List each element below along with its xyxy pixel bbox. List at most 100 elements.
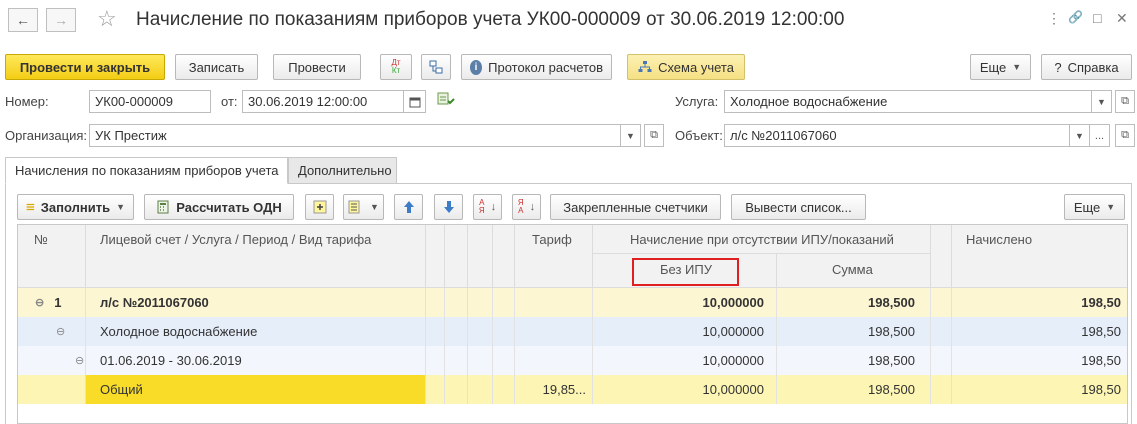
row-empty (468, 346, 493, 375)
row-num: 1 (54, 295, 62, 310)
table-more-button[interactable]: Еще ▼ (1064, 194, 1125, 220)
row-tariff (515, 317, 593, 346)
table-row-selected[interactable]: Общий 19,85... 10,000000 198,500 198,50 (18, 375, 1127, 404)
pinned-meters-label: Закрепленные счетчики (563, 199, 708, 215)
object-open-button[interactable]: ⧉ (1115, 124, 1135, 147)
post-button[interactable]: Провести (273, 54, 361, 80)
column-header-group[interactable]: Начисление при отсутствии ИПУ/показаний (593, 225, 931, 254)
column-header-empty-3 (468, 225, 493, 288)
move-down-button[interactable] (434, 194, 463, 220)
accounting-scheme-button[interactable]: Схема учета (627, 54, 745, 80)
row-empty (468, 288, 493, 317)
row-sum: 198,500 (777, 375, 931, 404)
charges-table[interactable]: № Лицевой счет / Услуга / Период / Вид т… (17, 224, 1128, 424)
grouping-button[interactable]: ▼ (343, 194, 384, 220)
favorite-star-icon[interactable]: ☆ (97, 6, 117, 32)
structure-icon (429, 60, 443, 74)
forward-arrow-icon: → (54, 12, 68, 28)
organization-dropdown-button[interactable]: ▼ (621, 124, 641, 147)
sort-descending-icon: ЯА (517, 198, 524, 215)
back-button[interactable]: ← (8, 8, 38, 32)
column-header-tariff[interactable]: Тариф (515, 225, 593, 288)
row-no-ipu: 10,000000 (593, 375, 777, 404)
object-select-button[interactable]: ... (1090, 124, 1110, 147)
save-label: Записать (188, 59, 245, 75)
column-header-charged[interactable]: Начислено (952, 225, 1127, 288)
row-empty (445, 346, 468, 375)
object-label: Объект: (675, 128, 723, 143)
dropdown-caret-icon: ▼ (370, 202, 379, 212)
calendar-icon (409, 97, 420, 107)
dtkt-report-button[interactable]: Дт Кт (380, 54, 412, 80)
date-label: от: (221, 94, 238, 109)
open-form-icon: ⧉ (1121, 95, 1129, 107)
row-empty (493, 346, 515, 375)
dtkt-icon: Дт Кт (391, 58, 401, 75)
add-row-button[interactable] (305, 194, 334, 220)
column-header-empty-5 (931, 225, 952, 288)
service-field[interactable]: Холодное водоснабжение (724, 90, 1092, 113)
row-empty (426, 288, 445, 317)
service-dropdown-button[interactable]: ▼ (1092, 90, 1112, 113)
sort-descending-button[interactable]: Я А ↓ (512, 194, 541, 220)
close-icon[interactable]: ✕ (1116, 10, 1128, 27)
row-empty (931, 317, 952, 346)
row-num-cell: ⊖ 1 (18, 288, 86, 317)
column-header-num[interactable]: № (18, 225, 86, 288)
calculation-protocol-label: Протокол расчетов (488, 59, 603, 75)
table-row[interactable]: ⊖ 1 л/с №2011067060 10,000000 198,500 198… (18, 288, 1127, 317)
row-charged: 198,50 (1081, 295, 1121, 310)
link-icon[interactable]: 🔗 (1068, 10, 1083, 24)
column-header-account[interactable]: Лицевой счет / Услуга / Период / Вид тар… (86, 225, 426, 288)
help-button[interactable]: ? Справка (1041, 54, 1132, 80)
sort-ascending-button[interactable]: А Я ↓ (473, 194, 502, 220)
table-row[interactable]: ⊖ Холодное водоснабжение 10,000000 198,5… (18, 317, 1127, 346)
table-row[interactable]: ⊖ 01.06.2019 - 30.06.2019 10,000000 198,… (18, 346, 1127, 375)
date-field[interactable]: 30.06.2019 12:00:00 (242, 90, 404, 113)
row-sum: 198,500 (777, 346, 931, 375)
document-status-icon[interactable] (437, 91, 455, 110)
organization-field[interactable]: УК Престиж (89, 124, 621, 147)
save-button[interactable]: Записать (175, 54, 258, 80)
row-name: Холодное водоснабжение (86, 317, 426, 346)
object-field[interactable]: л/с №2011067060 (724, 124, 1070, 147)
chevron-down-icon: ▼ (1097, 96, 1106, 107)
calculate-odn-button[interactable]: Рассчитать ОДН (144, 194, 294, 220)
collapse-icon[interactable]: ⊖ (56, 325, 65, 338)
row-sum: 198,500 (777, 288, 931, 317)
row-empty (426, 346, 445, 375)
window-title: Начисление по показаниям приборов учета … (136, 9, 845, 30)
arrow-up-icon (403, 201, 414, 213)
row-empty (931, 346, 952, 375)
calculation-protocol-button[interactable]: i Протокол расчетов (461, 54, 612, 80)
move-up-button[interactable] (394, 194, 423, 220)
more-button[interactable]: Еще ▼ (970, 54, 1031, 80)
forward-button[interactable]: → (46, 8, 76, 32)
organization-open-button[interactable]: ⧉ (644, 124, 664, 147)
output-list-button[interactable]: Вывести список... (731, 194, 866, 220)
row-num-cell: ⊖ (18, 346, 86, 375)
more-menu-icon[interactable]: ⋮ (1047, 10, 1061, 27)
number-label: Номер: (5, 94, 49, 109)
tab-meter-charges[interactable]: Начисления по показаниям приборов учета (5, 157, 288, 184)
row-empty (931, 288, 952, 317)
collapse-icon[interactable]: ⊖ (35, 296, 44, 309)
tab-additional[interactable]: Дополнительно (288, 157, 397, 184)
fill-icon (26, 203, 35, 211)
structure-button[interactable] (421, 54, 451, 80)
calendar-button[interactable] (404, 90, 426, 113)
row-charged: 198,50 (1081, 353, 1121, 368)
pinned-meters-button[interactable]: Закрепленные счетчики (550, 194, 721, 220)
post-and-close-button[interactable]: Провести и закрыть (5, 54, 165, 80)
service-open-button[interactable]: ⧉ (1115, 90, 1135, 113)
fill-button[interactable]: Заполнить ▼ (17, 194, 134, 220)
object-dropdown-button[interactable]: ▼ (1070, 124, 1090, 147)
collapse-icon[interactable]: ⊖ (75, 354, 84, 367)
row-empty (468, 317, 493, 346)
number-field[interactable]: УК00-000009 (89, 90, 211, 113)
maximize-icon[interactable]: □ (1093, 10, 1101, 26)
dropdown-caret-icon: ▼ (1012, 62, 1022, 72)
help-icon: ? (1054, 59, 1062, 75)
column-header-empty-4 (493, 225, 515, 288)
column-header-sum[interactable]: Сумма (777, 254, 931, 288)
